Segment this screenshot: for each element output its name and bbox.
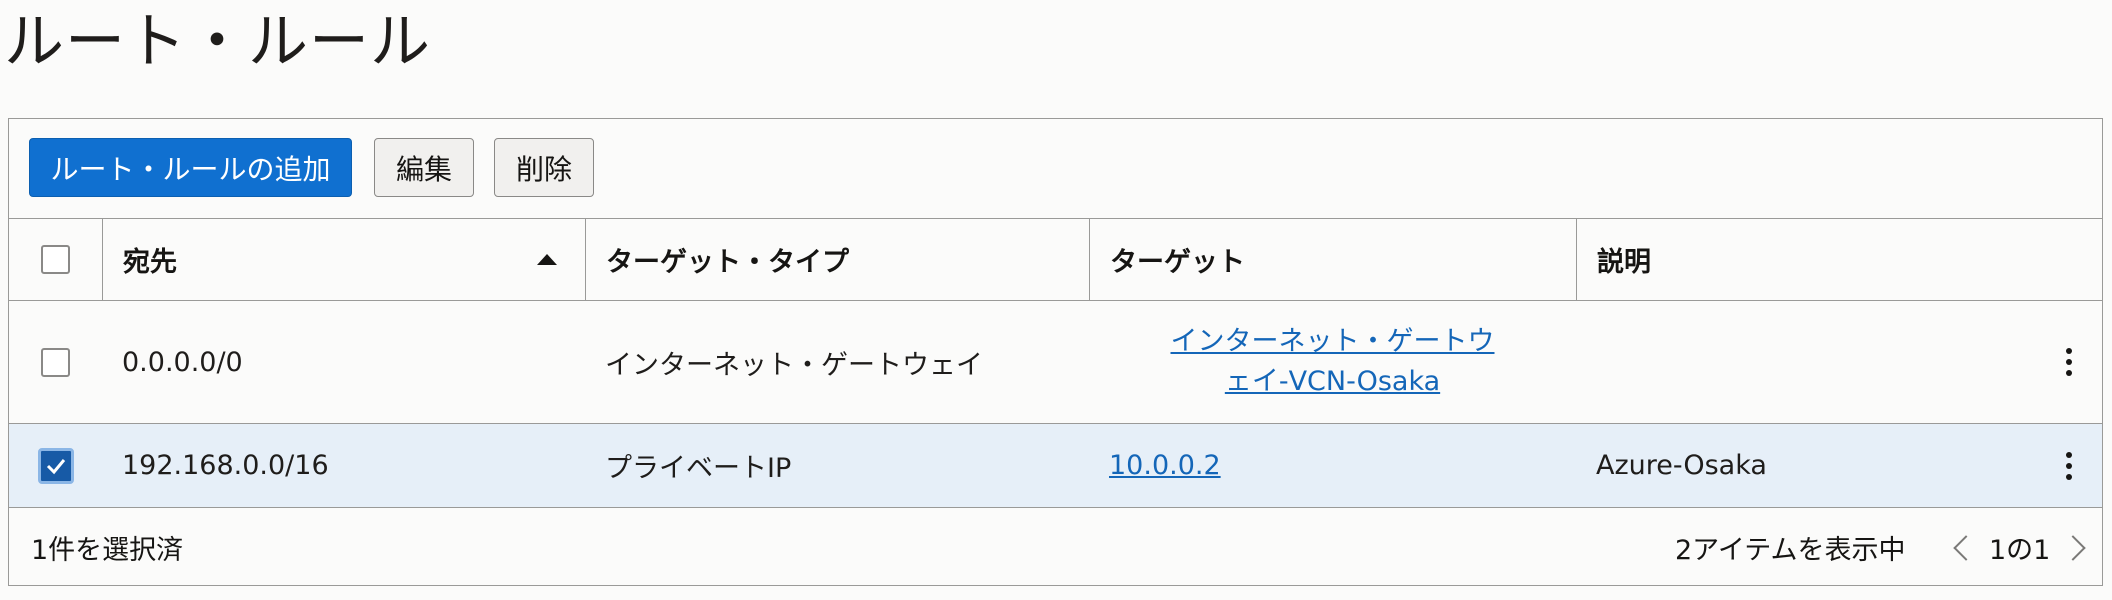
destination-cell: 0.0.0.0/0 bbox=[122, 346, 243, 378]
destination-cell: 192.168.0.0/16 bbox=[122, 450, 329, 481]
selected-count: 1件を選択済 bbox=[31, 535, 184, 566]
actions-cell bbox=[2036, 301, 2102, 423]
row-actions-menu-icon[interactable] bbox=[2060, 342, 2078, 382]
column-header-target: ターゲット bbox=[1089, 219, 1576, 300]
pagination: 1の1 bbox=[1951, 508, 2088, 587]
target-link[interactable]: 10.0.0.2 bbox=[1109, 446, 1221, 486]
item-count: 2アイテムを表示中 bbox=[1675, 535, 1906, 566]
actions-cell bbox=[2036, 424, 2102, 507]
route-rules-panel: ルート・ルールの追加 編集 削除 宛先 ターゲット・タイプ ターゲット 説明 0… bbox=[8, 118, 2103, 586]
column-header-description: 説明 bbox=[1576, 219, 2036, 300]
target-cell: 10.0.0.2 bbox=[1089, 424, 1576, 507]
row-checkbox-checked[interactable] bbox=[37, 447, 74, 484]
column-header-destination[interactable]: 宛先 bbox=[102, 219, 585, 300]
chevron-right-icon[interactable] bbox=[2060, 534, 2087, 561]
column-header-target-type: ターゲット・タイプ bbox=[585, 219, 1089, 300]
description-cell: Azure-Osaka bbox=[1596, 450, 1767, 481]
column-header-destination-label: 宛先 bbox=[123, 247, 177, 278]
table-row-selected: 192.168.0.0/16 プライベートIP 10.0.0.2 Azure-O… bbox=[9, 424, 2102, 508]
column-header-target-type-label: ターゲット・タイプ bbox=[606, 247, 849, 278]
page-indicator: 1の1 bbox=[1989, 535, 2051, 566]
chevron-left-icon[interactable] bbox=[1953, 534, 1979, 561]
row-select-cell bbox=[9, 301, 102, 423]
page-title: ルート・ルール bbox=[4, 7, 431, 77]
target-type-cell: プライベートIP bbox=[605, 453, 792, 484]
row-actions-menu-icon[interactable] bbox=[2060, 446, 2078, 486]
delete-button[interactable]: 削除 bbox=[494, 138, 594, 197]
edit-button[interactable]: 編集 bbox=[374, 138, 474, 197]
target-type-cell: インターネット・ゲートウェイ bbox=[605, 349, 983, 381]
column-header-target-label: ターゲット bbox=[1110, 247, 1245, 278]
toolbar: ルート・ルールの追加 編集 削除 bbox=[9, 119, 2102, 219]
column-header-description-label: 説明 bbox=[1597, 247, 1651, 278]
row-select-cell bbox=[9, 424, 102, 507]
table-row: 0.0.0.0/0 インターネット・ゲートウェイ インターネット・ゲートウェイ-… bbox=[9, 301, 2102, 424]
table-header: 宛先 ターゲット・タイプ ターゲット 説明 bbox=[9, 219, 2102, 301]
row-checkbox[interactable] bbox=[41, 347, 70, 377]
checkmark-icon bbox=[46, 458, 65, 474]
target-link[interactable]: インターネット・ゲートウェイ-VCN-Osaka bbox=[1163, 322, 1503, 402]
target-cell: インターネット・ゲートウェイ-VCN-Osaka bbox=[1089, 301, 1576, 423]
select-all-checkbox[interactable] bbox=[41, 245, 70, 274]
sort-ascending-icon[interactable] bbox=[537, 254, 557, 265]
select-all-cell bbox=[9, 219, 102, 300]
add-route-rule-button[interactable]: ルート・ルールの追加 bbox=[29, 138, 352, 197]
table-footer: 1件を選択済 2アイテムを表示中 1の1 bbox=[9, 508, 2102, 587]
description-cell bbox=[1576, 301, 2036, 423]
